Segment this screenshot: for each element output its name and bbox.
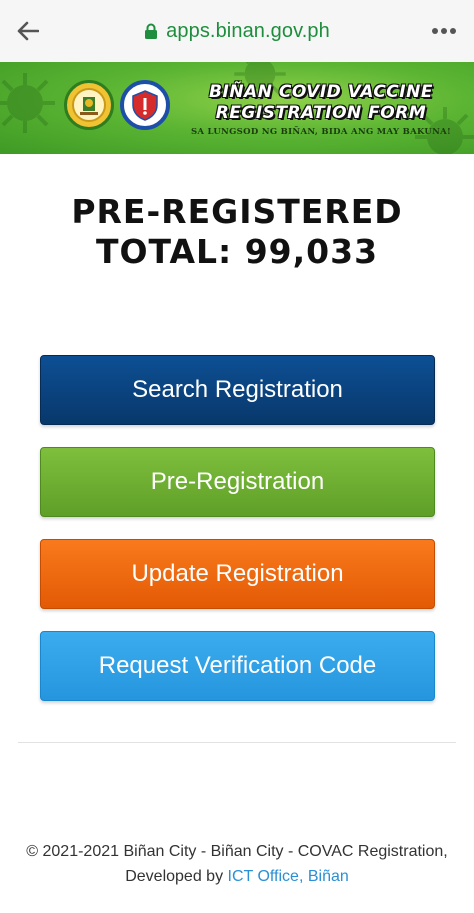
- request-verification-code-button[interactable]: Request Verification Code: [40, 631, 435, 701]
- pre-registered-label: PRE-REGISTERED: [71, 192, 403, 231]
- total-count: TOTAL: 99,033: [95, 232, 379, 271]
- pre-registration-button[interactable]: Pre-Registration: [40, 447, 435, 517]
- banner-tagline: SA LUNGSOD NG BIÑAN, BIDA ANG MAY BAKUNA…: [190, 127, 452, 137]
- more-options-button[interactable]: [428, 17, 460, 45]
- city-seal-icon: [72, 88, 106, 122]
- more-horizontal-icon: [432, 28, 456, 34]
- footer-copyright: © 2021-2021 Biñan City - Biñan City - CO…: [26, 843, 448, 860]
- header-banner: BIÑAN COVID VACCINE REGISTRATION FORM SA…: [0, 62, 474, 154]
- divider: [18, 742, 456, 743]
- city-seal-logo: [64, 80, 114, 130]
- banner-title-line2: REGISTRATION FORM: [215, 103, 427, 123]
- ict-office-link[interactable]: ICT Office, Biñan: [228, 868, 349, 885]
- footer-credit: Developed by ICT Office, Biñan: [0, 864, 474, 889]
- search-registration-button[interactable]: Search Registration: [40, 355, 435, 425]
- lock-icon: [145, 23, 158, 39]
- update-registration-button[interactable]: Update Registration: [40, 539, 435, 609]
- url-text: apps.binan.gov.ph: [166, 19, 330, 42]
- footer-developed-by: Developed by: [125, 868, 224, 885]
- url-field[interactable]: apps.binan.gov.ph: [144, 20, 330, 43]
- banner-logos: [64, 80, 170, 130]
- registration-total: PRE-REGISTERED TOTAL: 99,033: [0, 192, 474, 272]
- browser-address-bar: apps.binan.gov.ph: [0, 0, 474, 62]
- banner-title-line1: BIÑAN COVID VACCINE: [209, 82, 433, 102]
- back-button[interactable]: [14, 17, 42, 45]
- virus-decoration-icon: [0, 73, 55, 133]
- arrow-left-icon: [17, 21, 39, 41]
- shield-icon: [132, 90, 158, 121]
- task-force-logo: [120, 80, 170, 130]
- banner-title: BIÑAN COVID VACCINE REGISTRATION FORM SA…: [176, 82, 466, 137]
- footer: © 2021-2021 Biñan City - Biñan City - CO…: [0, 839, 474, 889]
